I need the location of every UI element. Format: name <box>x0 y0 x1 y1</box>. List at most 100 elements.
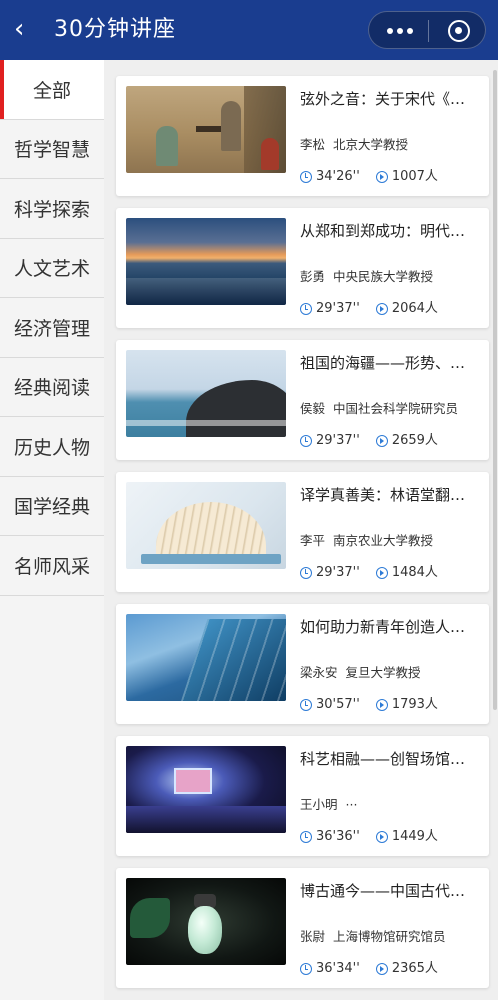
lecture-meta: 29'37'' 2659人 <box>300 432 438 450</box>
sidebar-item-label: 经济管理 <box>13 317 90 340</box>
speaker-affiliation: 中央民族大学教授 <box>333 269 434 284</box>
capsule-divider <box>428 20 429 42</box>
sidebar-item-label: 全部 <box>32 79 71 102</box>
lecture-views: 2365人 <box>391 961 438 976</box>
lecture-views: 1007人 <box>391 169 438 184</box>
lecture-views: 1793人 <box>391 697 438 712</box>
lecture-thumbnail[interactable] <box>126 482 286 569</box>
lecture-meta: 30'57'' 1793人 <box>300 696 438 714</box>
speaker-affiliation: 北京大学教授 <box>333 137 409 152</box>
lecture-card[interactable]: 如何助力新青年创造人… 梁永安 复旦大学教授 30'57'' 1793人 <box>116 604 489 724</box>
lecture-duration: 30'57'' <box>316 697 360 712</box>
lecture-thumbnail[interactable] <box>126 350 286 437</box>
lecture-duration: 29'37'' <box>316 433 360 448</box>
speaker-name: 梁永安 <box>300 665 338 680</box>
play-circle-icon <box>375 303 388 315</box>
lecture-thumbnail[interactable] <box>126 218 286 305</box>
clock-icon <box>300 963 312 975</box>
lecture-duration: 29'37'' <box>316 565 360 580</box>
category-sidebar: 全部 哲学智慧 科学探索 人文艺术 经济管理 经典阅读 历史人物 国学经典 名师… <box>0 60 104 1000</box>
play-circle-icon <box>375 831 388 843</box>
sidebar-item-label: 名师风采 <box>13 555 90 578</box>
lecture-thumbnail[interactable] <box>126 86 286 173</box>
lecture-views: 2064人 <box>391 301 438 316</box>
lecture-card[interactable]: 从郑和到郑成功：明代… 彭勇 中央民族大学教授 29'37'' 2064人 <box>116 208 489 328</box>
lecture-card[interactable]: 弦外之音：关于宋代《… 李松 北京大学教授 34'26'' 1007人 <box>116 76 489 196</box>
speaker-affiliation: 复旦大学教授 <box>345 665 421 680</box>
lecture-duration: 29'37'' <box>316 301 360 316</box>
app-header: ‹ 30分钟讲座 <box>0 0 498 60</box>
speaker-name: 彭勇 <box>300 269 326 284</box>
speaker-affiliation: 南京农业大学教授 <box>333 533 434 548</box>
lecture-title: 弦外之音：关于宋代《… <box>300 90 466 108</box>
clock-icon <box>300 567 312 579</box>
clock-icon <box>300 699 312 711</box>
lecture-title: 博古通今——中国古代… <box>300 882 466 900</box>
sidebar-item-sinology[interactable]: 国学经典 <box>0 476 104 536</box>
sidebar-item-label: 经典阅读 <box>13 377 90 400</box>
lecture-meta: 36'34'' 2365人 <box>300 960 438 978</box>
play-circle-icon <box>375 171 388 183</box>
speaker-affiliation: 中国社会科学院研究员 <box>333 401 459 416</box>
lecture-card[interactable]: 科艺相融——创智场馆… 王小明 ··· 36'36'' 1449人 <box>116 736 489 856</box>
sidebar-item-label: 国学经典 <box>13 496 90 519</box>
speaker-name: 李松 <box>300 137 326 152</box>
lecture-card[interactable]: 博古通今——中国古代… 张尉 上海博物馆研究馆员 36'34'' 2365人 <box>116 868 489 988</box>
sidebar-item-label: 科学探索 <box>13 198 90 221</box>
lecture-speaker: 彭勇 中央民族大学教授 <box>300 268 485 286</box>
scrollbar[interactable] <box>493 70 497 710</box>
lecture-meta: 29'37'' 1484人 <box>300 564 438 582</box>
speaker-affiliation: 上海博物馆研究馆员 <box>333 929 446 944</box>
lecture-title: 科艺相融——创智场馆… <box>300 750 466 768</box>
speaker-name: 王小明 <box>300 797 338 812</box>
sidebar-item-science[interactable]: 科学探索 <box>0 179 104 239</box>
lecture-title: 译学真善美：林语堂翻… <box>300 486 466 504</box>
sidebar-item-philosophy[interactable]: 哲学智慧 <box>0 119 104 179</box>
sidebar-item-famous-teachers[interactable]: 名师风采 <box>0 536 104 596</box>
lecture-duration: 36'34'' <box>316 961 360 976</box>
lecture-meta: 34'26'' 1007人 <box>300 168 438 186</box>
clock-icon <box>300 831 312 843</box>
mini-program-capsule <box>368 11 486 49</box>
lecture-title: 从郑和到郑成功：明代… <box>300 222 466 240</box>
lecture-title: 祖国的海疆——形势、… <box>300 354 466 372</box>
lecture-duration: 34'26'' <box>316 169 360 184</box>
lecture-meta: 29'37'' 2064人 <box>300 300 438 318</box>
sidebar-item-history[interactable]: 历史人物 <box>0 417 104 477</box>
lecture-card[interactable]: 祖国的海疆——形势、… 侯毅 中国社会科学院研究员 29'37'' 2659人 <box>116 340 489 460</box>
lecture-views: 1449人 <box>391 829 438 844</box>
lecture-list[interactable]: 弦外之音：关于宋代《… 李松 北京大学教授 34'26'' 1007人 从郑和到郑… <box>104 60 498 1000</box>
sidebar-item-label: 哲学智慧 <box>13 139 90 162</box>
lecture-card[interactable]: 译学真善美：林语堂翻… 李平 南京农业大学教授 29'37'' 1484人 <box>116 472 489 592</box>
chevron-left-icon[interactable]: ‹ <box>14 14 38 44</box>
more-dots-icon[interactable] <box>385 22 415 40</box>
clock-icon <box>300 303 312 315</box>
lecture-speaker: 梁永安 复旦大学教授 <box>300 664 485 682</box>
lecture-speaker: 李平 南京农业大学教授 <box>300 532 485 550</box>
play-circle-icon <box>375 435 388 447</box>
sidebar-item-all[interactable]: 全部 <box>0 60 104 120</box>
lecture-speaker: 侯毅 中国社会科学院研究员 <box>300 400 485 418</box>
speaker-affiliation: ··· <box>345 797 358 812</box>
lecture-views: 1484人 <box>391 565 438 580</box>
lecture-views: 2659人 <box>391 433 438 448</box>
lecture-speaker: 李松 北京大学教授 <box>300 136 485 154</box>
lecture-speaker: 张尉 上海博物馆研究馆员 <box>300 928 485 946</box>
play-circle-icon <box>375 567 388 579</box>
lecture-speaker: 王小明 ··· <box>300 796 485 814</box>
sidebar-item-label: 人文艺术 <box>13 258 90 281</box>
lecture-meta: 36'36'' 1449人 <box>300 828 438 846</box>
lecture-title: 如何助力新青年创造人… <box>300 618 466 636</box>
speaker-name: 张尉 <box>300 929 326 944</box>
clock-icon <box>300 435 312 447</box>
sidebar-item-classics-reading[interactable]: 经典阅读 <box>0 357 104 417</box>
lecture-thumbnail[interactable] <box>126 614 286 701</box>
sidebar-item-economics[interactable]: 经济管理 <box>0 298 104 358</box>
lecture-thumbnail[interactable] <box>126 878 286 965</box>
sidebar-item-humanities[interactable]: 人文艺术 <box>0 238 104 298</box>
sidebar-item-label: 历史人物 <box>13 436 90 459</box>
speaker-name: 侯毅 <box>300 401 326 416</box>
target-circle-icon[interactable] <box>448 20 470 42</box>
lecture-thumbnail[interactable] <box>126 746 286 833</box>
play-circle-icon <box>375 699 388 711</box>
